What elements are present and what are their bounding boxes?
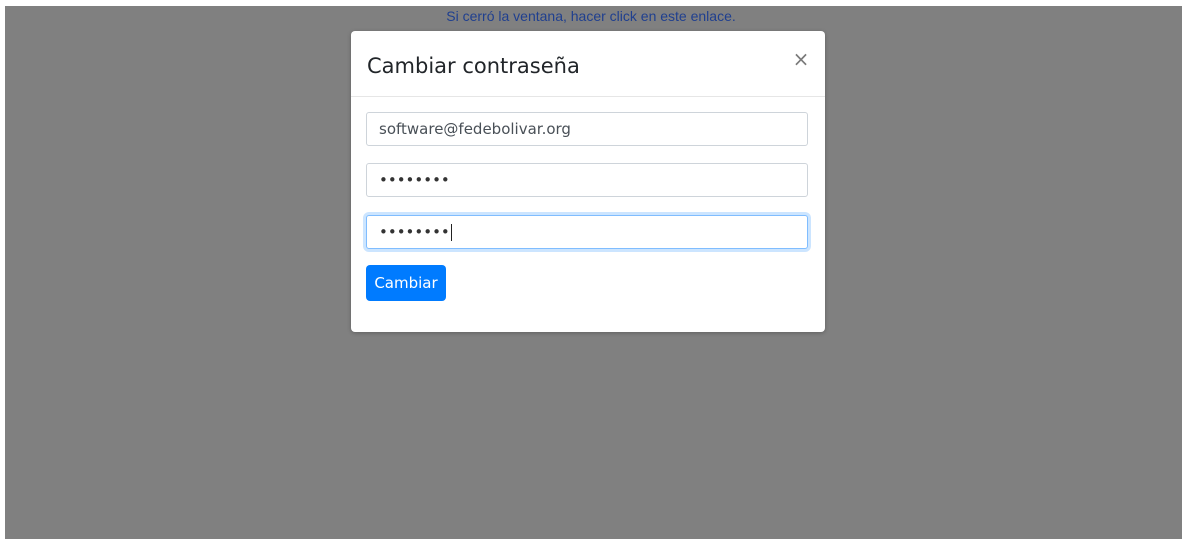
close-icon[interactable]: × xyxy=(791,49,811,69)
change-button[interactable]: Cambiar xyxy=(366,265,446,301)
modal-header: Cambiar contraseña × xyxy=(351,31,825,97)
email-field-value: software@fedebolivar.org xyxy=(379,120,571,138)
email-field[interactable]: software@fedebolivar.org xyxy=(366,112,808,146)
reopen-window-link[interactable]: Si cerró la ventana, hacer click en este… xyxy=(0,7,1182,25)
change-password-modal: Cambiar contraseña × software@fedeboliva… xyxy=(351,31,825,332)
confirm-password-field[interactable]: •••••••• xyxy=(366,215,808,249)
new-password-value: •••••••• xyxy=(379,171,450,189)
confirm-password-value: •••••••• xyxy=(379,223,450,241)
text-cursor xyxy=(450,224,452,241)
modal-title: Cambiar contraseña xyxy=(367,54,580,78)
new-password-field[interactable]: •••••••• xyxy=(366,163,808,197)
